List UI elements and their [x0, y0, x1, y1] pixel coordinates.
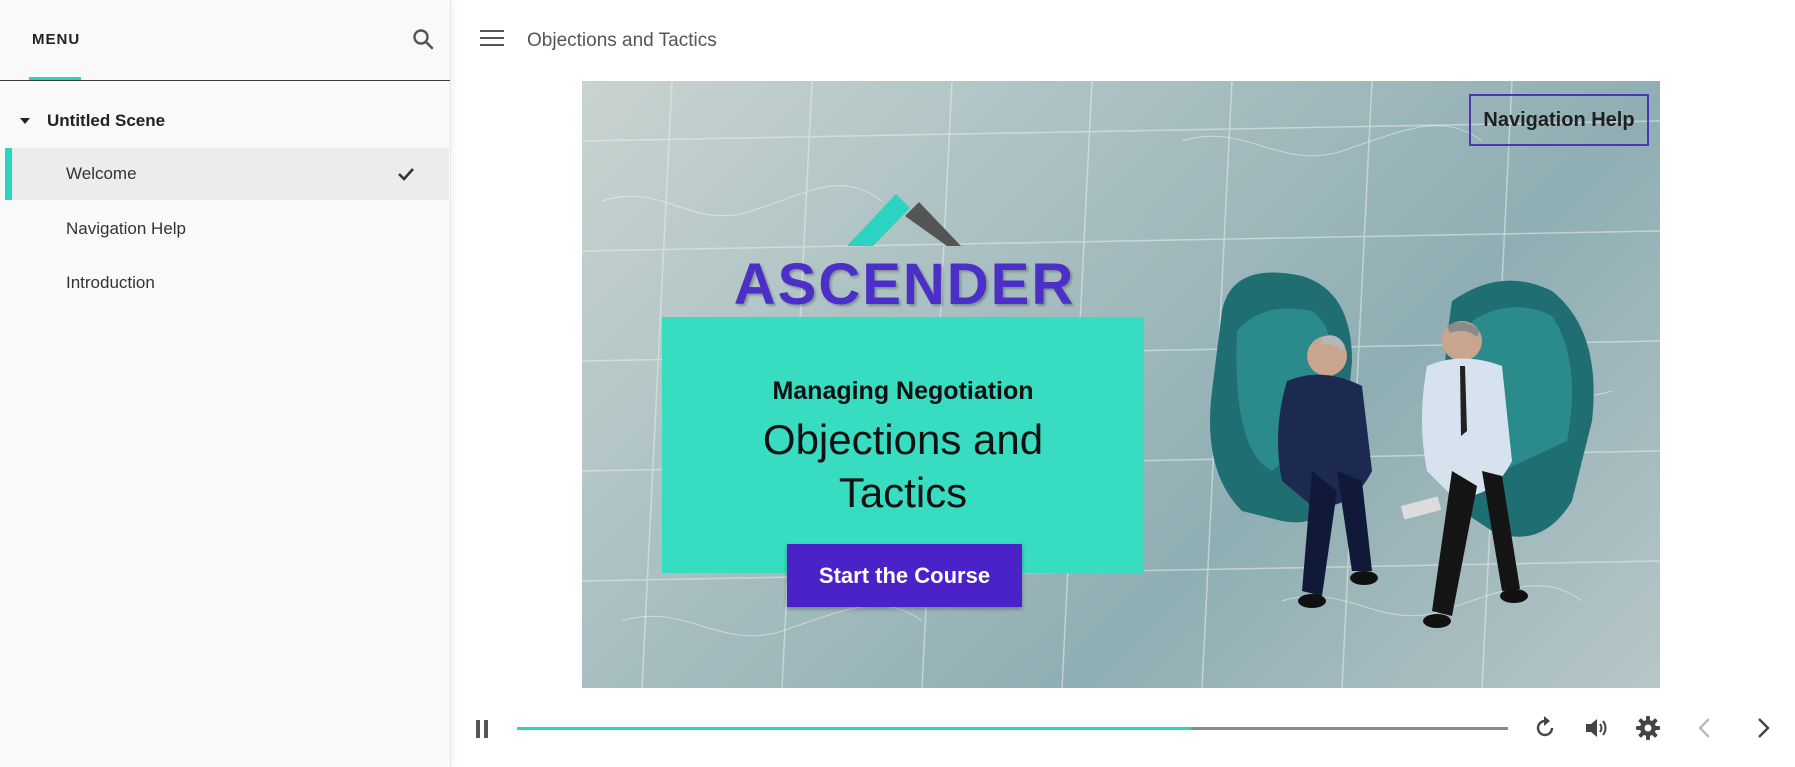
menu-tab-indicator — [29, 77, 81, 80]
menu-tab[interactable]: MENU — [32, 31, 80, 48]
volume-icon[interactable] — [1583, 715, 1609, 741]
slide-title: Objections and Tactics — [662, 413, 1144, 519]
course-title: Objections and Tactics — [527, 30, 717, 51]
slide-title-line1: Objections and — [762, 416, 1044, 463]
slide-title-line2: Tactics — [838, 469, 968, 516]
sidebar-item-label: Welcome — [66, 164, 137, 183]
prev-icon[interactable] — [1692, 715, 1718, 741]
check-icon — [398, 168, 414, 181]
search-icon[interactable] — [412, 28, 434, 50]
scene-label: Untitled Scene — [47, 111, 166, 130]
sidebar-item-introduction[interactable]: Introduction — [5, 257, 449, 309]
sidebar-item-navigation-help[interactable]: Navigation Help — [5, 203, 449, 255]
slide-subtitle: Managing Negotiation — [772, 377, 1034, 405]
settings-icon[interactable] — [1635, 715, 1661, 741]
sidebar-item-welcome[interactable]: Welcome — [5, 148, 449, 200]
navigation-help-button[interactable]: Navigation Help — [1469, 94, 1649, 146]
replay-icon[interactable] — [1532, 715, 1558, 741]
progress-bar[interactable] — [517, 727, 1508, 730]
sidebar-item-label: Navigation Help — [66, 219, 187, 238]
ascender-logo-text: ASCENDER — [733, 252, 1076, 317]
slide-canvas: Navigation Help ASCENDER Managing Negoti… — [582, 81, 1660, 688]
start-course-button[interactable]: Start the Course — [787, 544, 1022, 607]
pause-icon[interactable] — [476, 720, 492, 738]
next-icon[interactable] — [1750, 715, 1776, 741]
caret-down-icon — [20, 118, 30, 124]
scene-toggle[interactable]: Untitled Scene — [0, 100, 450, 140]
sidebar-item-label: Introduction — [66, 273, 155, 292]
sidebar: MENU Untitled Scene Welcome Navigation H… — [0, 0, 451, 767]
hamburger-icon[interactable] — [480, 30, 504, 50]
business-people-photo — [1210, 272, 1594, 628]
active-indicator — [5, 148, 12, 200]
ascender-logo-mark — [847, 194, 961, 246]
title-box: Managing Negotiation Objections and Tact… — [662, 317, 1144, 573]
menu-header: MENU — [0, 0, 450, 81]
progress-fill — [517, 727, 1191, 730]
